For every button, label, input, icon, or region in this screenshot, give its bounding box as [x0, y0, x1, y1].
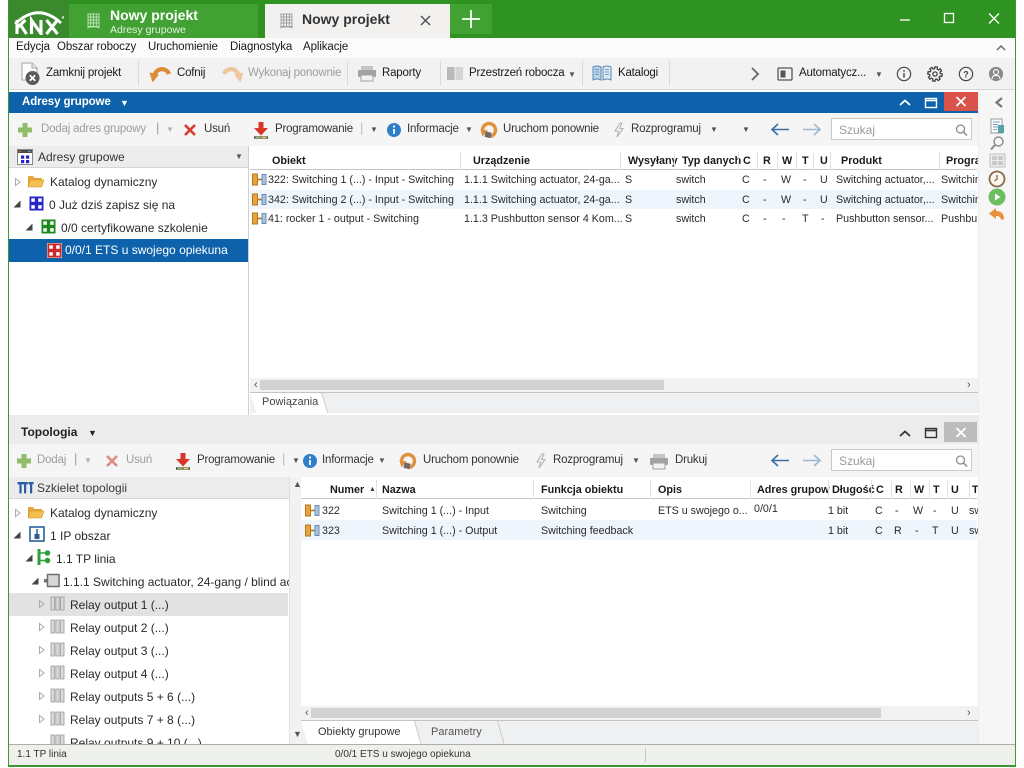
svg-text:?: ? — [963, 70, 968, 80]
